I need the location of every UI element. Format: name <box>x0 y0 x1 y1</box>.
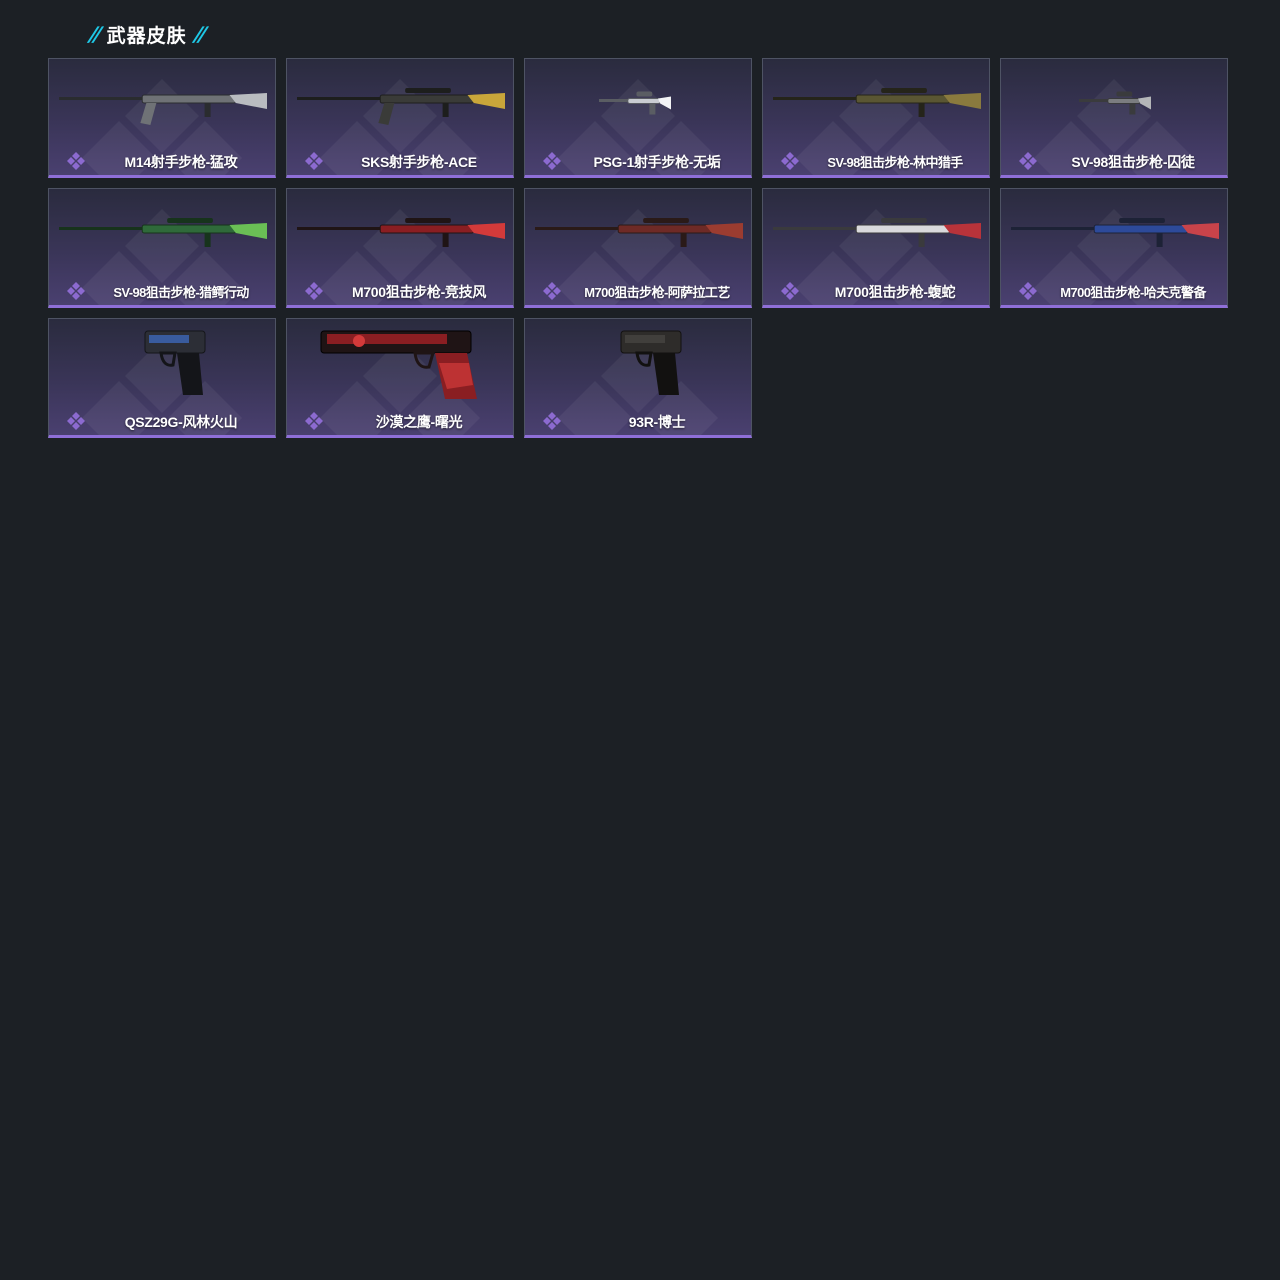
weapon-skin-card[interactable]: M700狙击步枪-蝮蛇 <box>762 188 990 308</box>
rarity-diamond-icon <box>543 412 561 430</box>
weapon-image <box>144 330 206 395</box>
weapon-skin-name: SV-98狙击步枪-囚徒 <box>1071 154 1195 170</box>
weapon-skin-name: QSZ29G-风林火山 <box>124 414 238 430</box>
rarity-diamond-icon <box>67 152 85 170</box>
weapon-skin-card[interactable]: SV-98狙击步枪-林中猎手 <box>762 58 990 178</box>
weapon-skin-card[interactable]: M700狙击步枪-阿萨拉工艺 <box>524 188 752 308</box>
weapon-image <box>773 88 981 117</box>
rarity-diamond-icon <box>67 412 85 430</box>
weapon-skin-card[interactable]: 沙漠之鹰-曙光 <box>286 318 514 438</box>
weapon-skin-name: M700狙击步枪-哈夫克警备 <box>1060 285 1206 300</box>
section-header: // 武器皮肤 // <box>88 20 205 48</box>
weapon-skin-name: SV-98狙击步枪-林中猎手 <box>827 155 963 170</box>
rarity-diamond-icon <box>781 282 799 300</box>
weapon-skin-card[interactable]: SV-98狙击步枪-猎鳄行动 <box>48 188 276 308</box>
weapon-skin-card[interactable]: M14射手步枪-猛攻 <box>48 58 276 178</box>
weapon-image <box>599 91 671 115</box>
rarity-diamond-icon <box>67 282 85 300</box>
weapon-skin-name: M700狙击步枪-竞技风 <box>351 284 487 300</box>
weapon-skin-card[interactable]: SV-98狙击步枪-囚徒 <box>1000 58 1228 178</box>
weapon-skin-card[interactable]: M700狙击步枪-哈夫克警备 <box>1000 188 1228 308</box>
weapon-skin-name: SV-98狙击步枪-猎鳄行动 <box>113 285 249 300</box>
weapon-image <box>297 218 505 247</box>
rarity-diamond-icon <box>305 152 323 170</box>
rarity-diamond-icon <box>305 282 323 300</box>
rarity-diamond-icon <box>543 152 561 170</box>
slash-decoration-right: // <box>192 22 205 46</box>
rarity-diamond-icon <box>305 412 323 430</box>
weapon-skin-card[interactable]: PSG-1射手步枪-无垢 <box>524 58 752 178</box>
weapon-skin-card[interactable]: 93R-博士 <box>524 318 752 438</box>
weapon-image <box>59 218 267 247</box>
rarity-diamond-icon <box>1019 152 1037 170</box>
weapon-image <box>1011 218 1219 247</box>
weapon-skin-grid: M14射手步枪-猛攻 SKS射手步枪-ACE PSG-1射手步枪-无垢 SV-98狙击… <box>48 58 1228 438</box>
weapon-skin-name: 沙漠之鹰-曙光 <box>375 414 463 430</box>
weapon-image <box>535 218 743 247</box>
rarity-diamond-icon <box>1019 282 1037 300</box>
weapon-image <box>59 93 267 125</box>
weapon-image <box>320 330 477 399</box>
weapon-skin-card[interactable]: SKS射手步枪-ACE <box>286 58 514 178</box>
weapon-skin-card[interactable]: M700狙击步枪-竞技风 <box>286 188 514 308</box>
weapon-skin-name: M14射手步枪-猛攻 <box>124 154 238 170</box>
weapon-skin-name: M700狙击步枪-阿萨拉工艺 <box>584 285 730 300</box>
weapon-image <box>620 330 682 395</box>
weapon-skin-card[interactable]: QSZ29G-风林火山 <box>48 318 276 438</box>
rarity-diamond-icon <box>543 282 561 300</box>
weapon-image <box>773 218 981 247</box>
weapon-skin-name: M700狙击步枪-蝮蛇 <box>834 284 956 300</box>
weapon-skin-name: PSG-1射手步枪-无垢 <box>593 154 721 170</box>
weapon-skin-name: SKS射手步枪-ACE <box>361 154 477 170</box>
rarity-diamond-icon <box>781 152 799 170</box>
section-title: 武器皮肤 <box>106 25 187 47</box>
slash-decoration-left: // <box>88 22 101 46</box>
weapon-skin-name: 93R-博士 <box>628 414 686 430</box>
weapon-image <box>297 88 505 125</box>
weapon-image <box>1079 91 1151 115</box>
